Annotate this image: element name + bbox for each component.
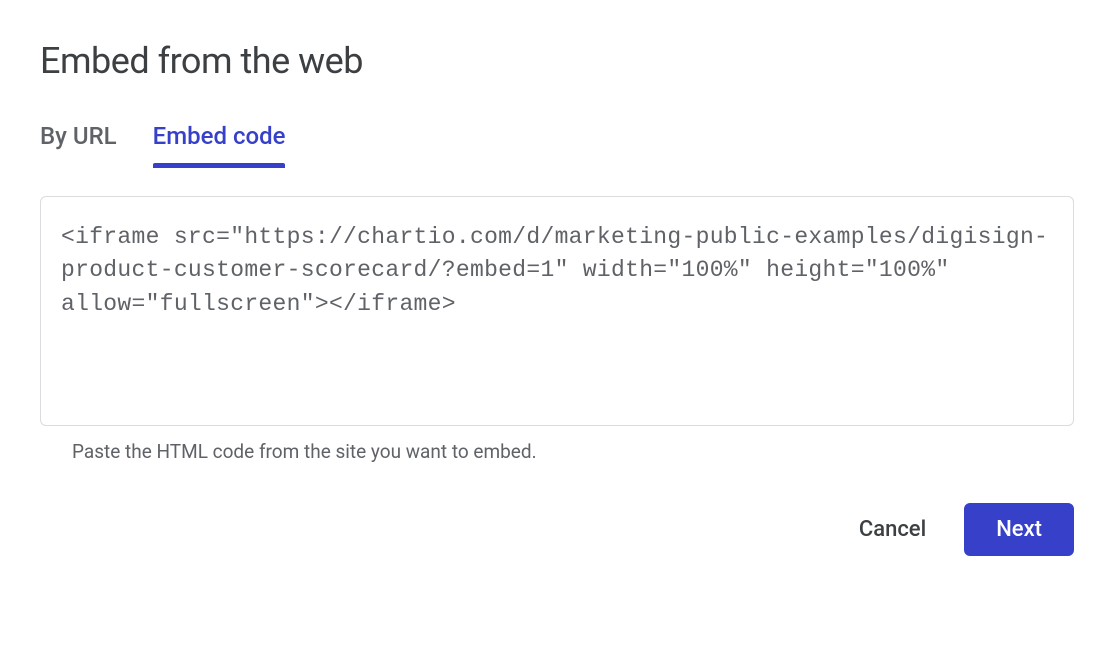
tab-by-url[interactable]: By URL (40, 122, 117, 168)
dialog-title: Embed from the web (40, 40, 1074, 82)
helper-text: Paste the HTML code from the site you wa… (72, 440, 1074, 463)
tabs-container: By URL Embed code (40, 122, 1074, 168)
cancel-button[interactable]: Cancel (841, 503, 944, 556)
embed-code-container (40, 196, 1074, 426)
embed-code-textarea[interactable] (61, 221, 1053, 401)
next-button[interactable]: Next (964, 503, 1074, 556)
button-row: Cancel Next (40, 503, 1074, 556)
tab-embed-code[interactable]: Embed code (153, 122, 286, 168)
